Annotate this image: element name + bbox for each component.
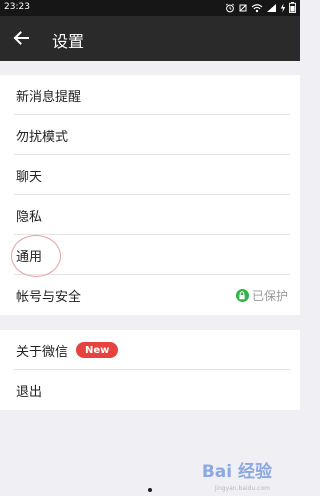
baidu-watermark: Bai 经验 xyxy=(202,457,272,482)
settings-item-label: 关于微信 xyxy=(16,344,69,360)
arrow-left-icon xyxy=(13,31,29,45)
settings-item-do-not-disturb[interactable]: 勿扰模式 xyxy=(0,115,300,155)
alarm-icon xyxy=(225,2,235,13)
settings-item-account-security[interactable]: 帐号与安全 已保护 xyxy=(0,275,300,315)
status-bar: 23:23 xyxy=(0,0,300,16)
settings-item-new-message-alerts[interactable]: 新消息提醒 xyxy=(0,75,300,115)
settings-item-privacy[interactable]: 隐私 xyxy=(0,195,300,235)
settings-group-main: 新消息提醒 勿扰模式 聊天 隐私 通用 帐号与安全 已保护 xyxy=(0,75,300,315)
settings-item-label: 聊天 xyxy=(16,169,43,185)
battery-icon xyxy=(289,2,296,13)
settings-item-label: 隐私 xyxy=(16,209,43,225)
wifi-icon xyxy=(251,2,263,13)
account-status: 已保护 xyxy=(235,275,288,315)
settings-item-label: 新消息提醒 xyxy=(16,89,82,105)
mute-icon xyxy=(238,2,248,13)
settings-item-chats[interactable]: 聊天 xyxy=(0,155,300,195)
charging-icon xyxy=(280,2,286,13)
lock-icon xyxy=(235,288,249,302)
back-button[interactable] xyxy=(7,24,35,52)
page-title: 设置 xyxy=(52,32,85,51)
settings-item-about-wechat[interactable]: 关于微信 New xyxy=(0,330,300,370)
status-time: 23:23 xyxy=(4,2,30,12)
signal-icon xyxy=(266,2,277,13)
settings-group-about: 关于微信 New 退出 xyxy=(0,330,300,410)
app-bar: 设置 xyxy=(0,16,300,61)
account-status-text: 已保护 xyxy=(251,288,288,303)
watermark-text: Bai 经验 xyxy=(201,462,272,482)
settings-item-log-out[interactable]: 退出 xyxy=(0,370,300,410)
page-indicator-dot xyxy=(148,488,152,492)
settings-item-label: 勿扰模式 xyxy=(16,129,69,145)
settings-item-label: 退出 xyxy=(16,384,43,400)
status-icons xyxy=(225,2,296,13)
watermark-url: jingyan.baidu.com xyxy=(214,485,270,492)
new-badge: New xyxy=(76,342,119,358)
settings-item-label: 帐号与安全 xyxy=(16,289,82,305)
highlight-circle xyxy=(11,235,61,277)
